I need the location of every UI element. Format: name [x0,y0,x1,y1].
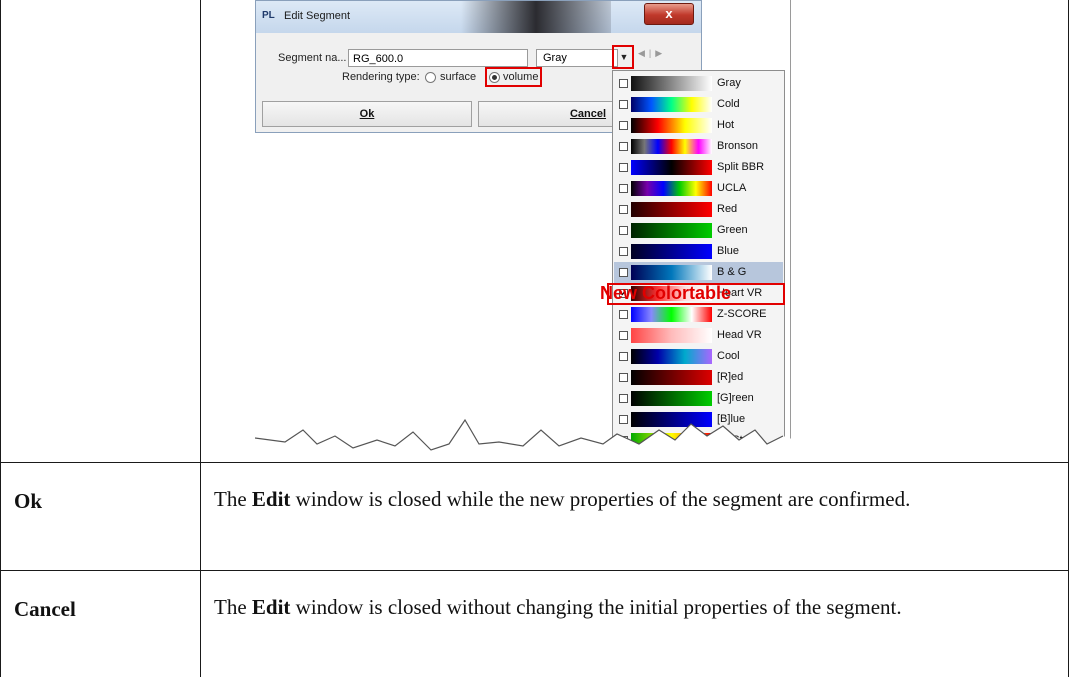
colortable-gradient-swatch [631,265,712,280]
colortable-name: Z-SCORE [717,308,767,320]
cancel-desc-post: window is closed without changing the in… [290,595,902,619]
colortable-gradient-swatch [631,328,712,343]
ok-term: Ok [14,489,43,513]
table-border-outer-left [0,0,1,677]
rendering-type-label: Rendering type: [342,71,420,83]
cancel-term: Cancel [14,597,76,621]
colortable-checkbox[interactable] [619,352,628,361]
colortable-item[interactable]: Blue [614,241,783,262]
colortable-name: Head VR [717,329,762,341]
colortable-item[interactable]: Gray [614,73,783,94]
colortable-name: Red [717,203,738,215]
colortable-name: Green [717,224,748,236]
colortable-gradient-swatch [631,139,712,154]
colortable-gradient-swatch [631,307,712,322]
cancel-description: The Edit window is closed without changi… [214,592,1034,622]
colortable-item[interactable]: B & G [614,262,783,283]
row-divider-1 [0,462,1069,463]
colortable-checkbox[interactable] [619,142,628,151]
colortable-gradient-swatch [631,244,712,259]
colortable-name: B & G [717,266,747,278]
colortable-name: Cold [717,98,740,110]
colortable-checkbox[interactable] [619,226,628,235]
colortable-gradient-swatch [631,181,712,196]
colortable-item[interactable]: Red [614,199,783,220]
colortable-name: Gray [717,77,741,89]
colortable-item[interactable]: [R]ed [614,367,783,388]
cancel-desc-pre: The [214,595,252,619]
close-button[interactable]: x [644,3,694,25]
colortable-item[interactable]: UCLA [614,178,783,199]
dropdown-highlight [612,45,634,69]
colortable-gradient-swatch [631,76,712,91]
colortable-name: Blue [717,245,740,257]
ok-desc-bold: Edit [251,487,291,511]
colortable-name: Split BBR [717,161,765,173]
colortable-gradient-swatch [631,97,712,112]
colortable-item[interactable]: Hot [614,115,783,136]
ok-desc-post: window is closed while the new propertie… [290,487,911,511]
colortable-item[interactable]: Bronson [614,136,783,157]
colortable-gradient-swatch [631,370,712,385]
segment-name-input[interactable]: RG_600.0 [348,49,528,67]
ok-description: The Edit window is closed while the new … [214,484,1034,514]
cancel-desc-bold: Edit [251,595,291,619]
colortable-nav-arrows[interactable]: ◀|▶ [638,48,666,59]
colortable-name: Cool [717,350,740,362]
colortable-item[interactable]: Z-SCORE [614,304,783,325]
colortable-checkbox[interactable] [619,100,628,109]
colortable-checkbox[interactable] [619,205,628,214]
colortable-item[interactable]: Head VR [614,325,783,346]
colortable-item[interactable]: Cool [614,346,783,367]
dialog-title: Edit Segment [284,10,351,22]
colortable-item[interactable]: Split BBR [614,157,783,178]
new-colortable-annotation: New Colortable [600,283,732,303]
app-icon: PL [262,10,275,21]
colortable-checkbox[interactable] [619,163,628,172]
colortable-item[interactable]: Cold [614,94,783,115]
colortable-checkbox[interactable] [619,79,628,88]
ok-button[interactable]: Ok [262,101,472,127]
colortable-select[interactable]: Gray [536,49,618,67]
document-table: PL Edit Segment x Segment na... RG_600.0… [0,0,1069,677]
colortable-gradient-swatch [631,349,712,364]
colortable-gradient-swatch [631,202,712,217]
table-border-left [200,0,201,677]
volume-highlight [485,67,542,87]
segment-name-label: Segment na... [278,52,347,64]
colortable-name: Hot [717,119,735,131]
screenshot-figure: PL Edit Segment x Segment na... RG_600.0… [255,0,795,462]
colortable-item[interactable]: Green [614,220,783,241]
colortable-checkbox[interactable] [619,373,628,382]
surface-option-label: surface [440,71,477,83]
colortable-name: UCLA [717,182,747,194]
ok-desc-pre: The [214,487,252,511]
colortable-gradient-swatch [631,223,712,238]
colortable-gradient-swatch [631,160,712,175]
colortable-checkbox[interactable] [619,331,628,340]
titlebar-shadow [461,1,611,33]
row-divider-2 [0,570,1069,571]
colortable-checkbox[interactable] [619,268,628,277]
colortable-checkbox[interactable] [619,247,628,256]
surface-radio[interactable] [425,72,436,83]
colortable-name: [R]ed [717,371,744,383]
torn-edge [255,418,795,462]
colortable-checkbox[interactable] [619,121,628,130]
colortable-name: Bronson [717,140,758,152]
colortable-checkbox[interactable] [619,184,628,193]
colortable-checkbox[interactable] [619,310,628,319]
colortable-gradient-swatch [631,118,712,133]
